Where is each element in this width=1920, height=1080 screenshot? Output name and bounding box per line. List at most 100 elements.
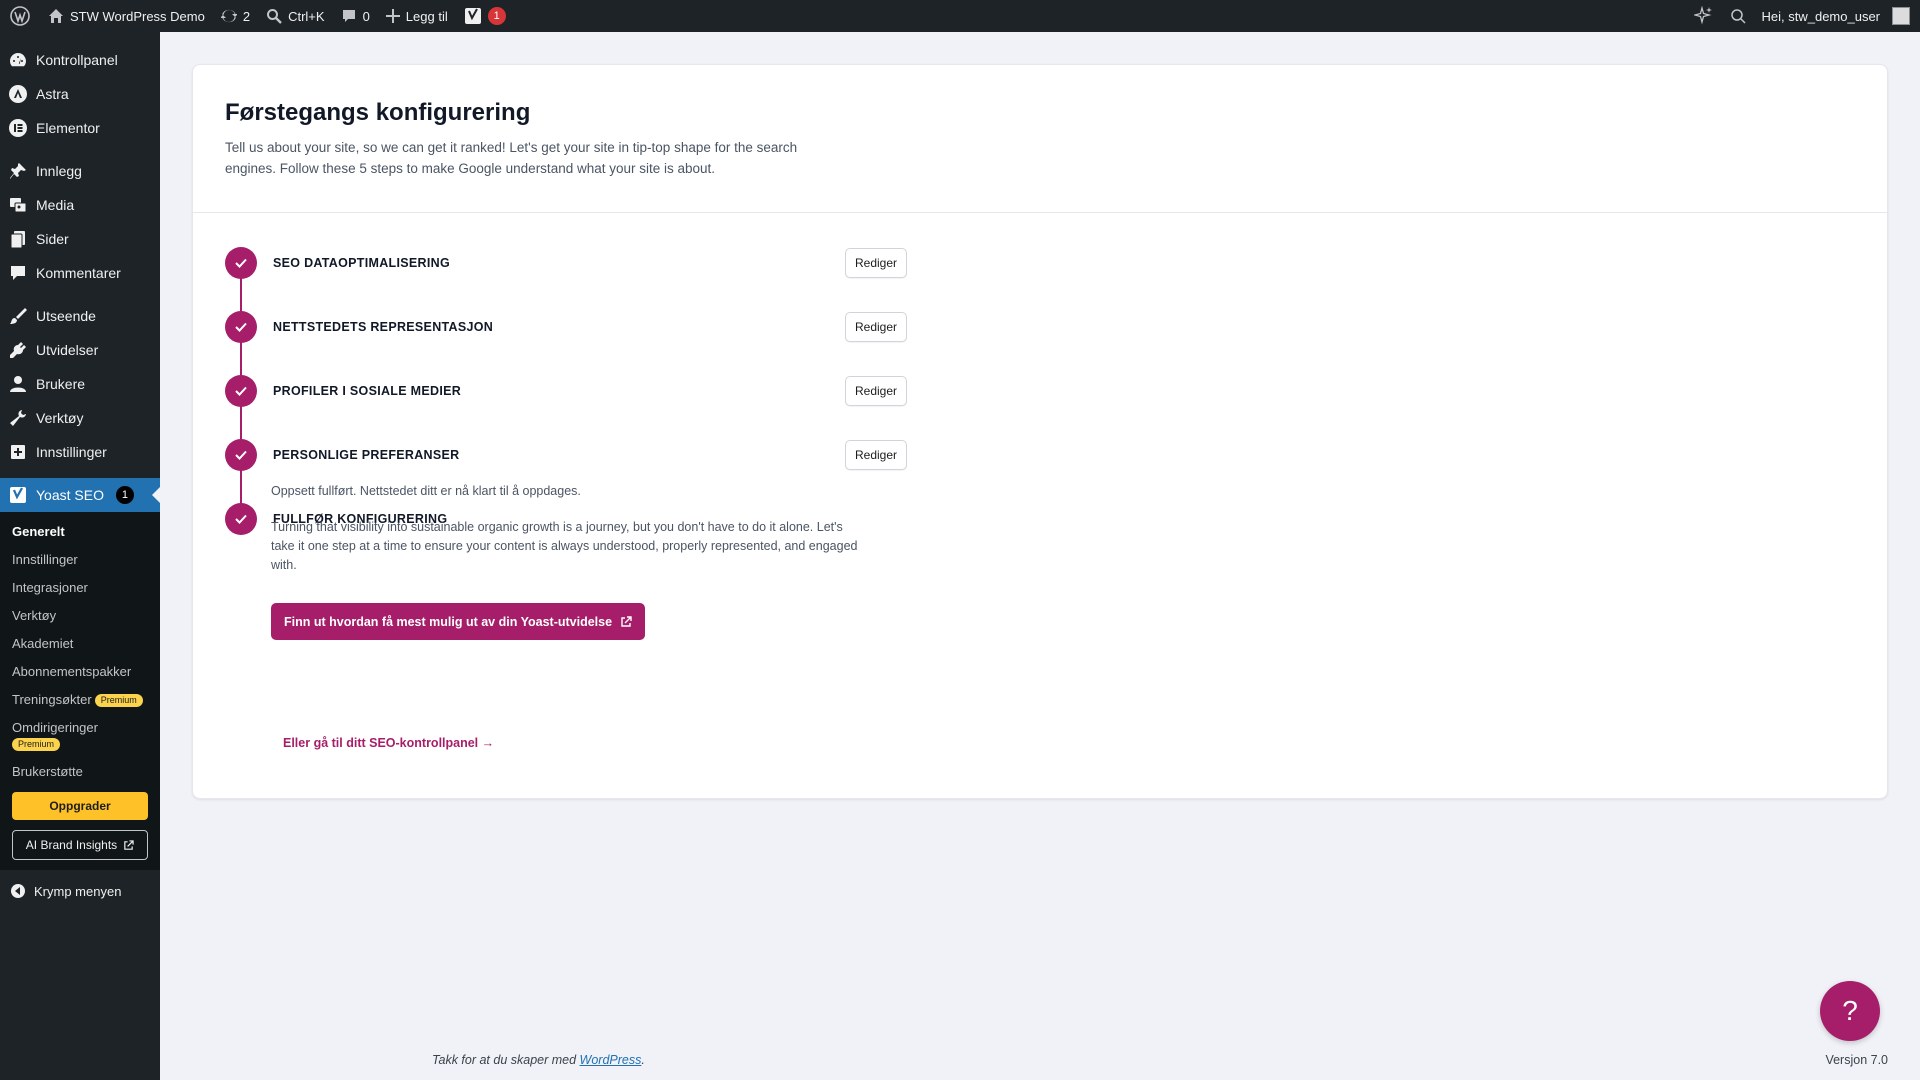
sidebar-item-pages[interactable]: Sider (0, 222, 160, 256)
edit-button[interactable]: Rediger (845, 376, 908, 406)
sidebar-item-label: Brukere (36, 376, 86, 392)
avatar (1892, 7, 1910, 25)
wordpress-logo-icon[interactable] (0, 0, 40, 32)
sidebar-item-elementor[interactable]: Elementor (0, 111, 160, 145)
ai-brand-insights-label: AI Brand Insights (25, 838, 118, 852)
new-content-label: Legg til (405, 8, 448, 24)
admin-bar: STW WordPress Demo 2 Ctrl+K 0 Legg til 1… (0, 0, 1920, 32)
new-content-link[interactable]: Legg til (378, 0, 456, 32)
elementor-icon (9, 119, 27, 137)
sidebar-item-label: Yoast SEO (36, 487, 104, 503)
arrow-right-icon: → (481, 736, 495, 750)
step-title: PROFILER I SOSIALE MEDIER (273, 384, 462, 398)
collapse-menu-label: Krymp menyen (34, 883, 122, 899)
step-site-representation: NETTSTEDETS REPRESENTASJON Rediger (225, 295, 1855, 359)
search-icon (1730, 9, 1746, 24)
pages-icon (10, 231, 25, 249)
sidebar-item-appearance[interactable]: Utseende (0, 299, 160, 333)
premium-badge: Premium (94, 694, 143, 708)
sidebar-item-users[interactable]: Brukere (0, 367, 160, 401)
seo-dashboard-link[interactable]: Eller gå til ditt SEO-kontrollpanel → (283, 736, 494, 750)
first-time-configuration-card: Førstegangs konfigurering Tell us about … (192, 64, 1888, 799)
page-title: Førstegangs konfigurering (225, 99, 531, 126)
upgrade-button[interactable]: Oppgrader (12, 792, 148, 820)
account-menu[interactable]: Hei, stw_demo_user (1754, 0, 1920, 32)
updates-count: 2 (242, 8, 251, 24)
updates-link[interactable]: 2 (213, 0, 258, 32)
sidebar-item-label: Media (36, 197, 75, 213)
sidebar-item-dashboard[interactable]: Kontrollpanel (0, 43, 160, 77)
submenu-item-support[interactable]: Brukerstøtte (0, 758, 160, 786)
sidebar-item-tools[interactable]: Verktøy (0, 401, 160, 435)
submenu-item-tools[interactable]: Verktøy (0, 602, 160, 630)
yoast-adminbar-link[interactable]: 1 (456, 0, 514, 32)
admin-sidebar: Kontrollpanel Astra Elementor Innlegg Me… (0, 32, 160, 1080)
edit-button[interactable]: Rediger (845, 248, 908, 278)
finish-description: Oppsett fullført. Nettstedet ditt er nå … (271, 482, 861, 592)
sidebar-item-media[interactable]: Media (0, 188, 160, 222)
submenu-item-academy[interactable]: Akademiet (0, 630, 160, 658)
yoast-count-badge: 1 (115, 486, 134, 504)
ai-sparkle-button[interactable] (1686, 0, 1722, 32)
updates-icon (220, 9, 237, 23)
yoast-icon (464, 8, 481, 24)
submenu-item-label: Treningsøkter (12, 692, 92, 707)
submenu-item-settings[interactable]: Innstillinger (0, 546, 160, 574)
footer-period: . (641, 1053, 645, 1067)
step-social-profiles: PROFILER I SOSIALE MEDIER Rediger (225, 359, 1855, 423)
step-title: PERSONLIGE PREFERANSER (273, 448, 460, 462)
comment-icon (11, 266, 25, 280)
edit-button[interactable]: Rediger (845, 312, 908, 342)
search-icon (267, 9, 282, 24)
submenu-item-integrations[interactable]: Integrasjoner (0, 574, 160, 602)
footer-version: Versjon 7.0 (1825, 1053, 1888, 1067)
submenu-item-redirects[interactable]: Omdirigeringer Premium (0, 714, 160, 758)
paintbrush-icon (10, 308, 27, 324)
edit-button[interactable]: Rediger (845, 440, 908, 470)
footer-thanks: Takk for at du skaper med WordPress. (432, 1053, 645, 1067)
footer-thanks-text: Takk for at du skaper med (432, 1053, 580, 1067)
collapse-menu-button[interactable]: Krymp menyen (0, 874, 160, 908)
yoast-submenu: Generelt Innstillinger Integrasjoner Ver… (0, 512, 160, 870)
home-icon (49, 9, 63, 23)
sidebar-item-label: Elementor (36, 120, 100, 136)
sidebar-item-label: Innlegg (36, 163, 82, 179)
site-name-link[interactable]: STW WordPress Demo (40, 0, 213, 32)
sidebar-item-label: Utseende (36, 308, 96, 324)
submenu-item-plans[interactable]: Abonnementspakker (0, 658, 160, 686)
learn-more-button[interactable]: Finn ut hvordan få mest mulig ut av din … (271, 603, 646, 640)
submenu-item-workouts[interactable]: Treningsøkter Premium (0, 686, 160, 714)
comments-link[interactable]: 0 (333, 0, 378, 32)
page-intro: Tell us about your site, so we can get i… (225, 140, 798, 176)
sidebar-item-label: Sider (36, 231, 69, 247)
sidebar-item-yoast-seo[interactable]: Yoast SEO 1 (0, 478, 160, 512)
ai-brand-insights-button[interactable]: AI Brand Insights (12, 830, 148, 860)
premium-badge: Premium (12, 738, 61, 752)
submenu-item-general[interactable]: Generelt (0, 518, 160, 546)
journey-text: Turning that visibility into sustainable… (271, 520, 858, 572)
sidebar-item-settings[interactable]: Innstillinger (0, 435, 160, 469)
wrench-icon (10, 410, 26, 426)
astra-icon (9, 85, 27, 103)
wordpress-link[interactable]: WordPress (580, 1053, 642, 1067)
pin-icon (10, 163, 26, 179)
sparkle-icon (1693, 6, 1712, 25)
help-button[interactable]: ? (1820, 981, 1880, 1041)
yoast-notification-badge: 1 (487, 7, 506, 25)
external-link-icon (124, 839, 134, 850)
setup-complete-text: Oppsett fullført. Nettstedet ditt er nå … (271, 484, 581, 498)
sidebar-item-label: Kontrollpanel (36, 52, 118, 68)
sidebar-item-comments[interactable]: Kommentarer (0, 256, 160, 290)
check-icon (225, 311, 257, 343)
collapse-icon (11, 884, 25, 898)
check-icon (225, 375, 257, 407)
external-link-icon (621, 615, 632, 627)
sidebar-item-posts[interactable]: Innlegg (0, 154, 160, 188)
sidebar-item-astra[interactable]: Astra (0, 77, 160, 111)
plugin-icon (10, 342, 26, 358)
search-link[interactable]: Ctrl+K (258, 0, 332, 32)
sidebar-item-label: Kommentarer (36, 265, 121, 281)
search-toggle-button[interactable] (1722, 0, 1754, 32)
sidebar-item-plugins[interactable]: Utvidelser (0, 333, 160, 367)
card-header: Førstegangs konfigurering Tell us about … (193, 65, 1887, 213)
